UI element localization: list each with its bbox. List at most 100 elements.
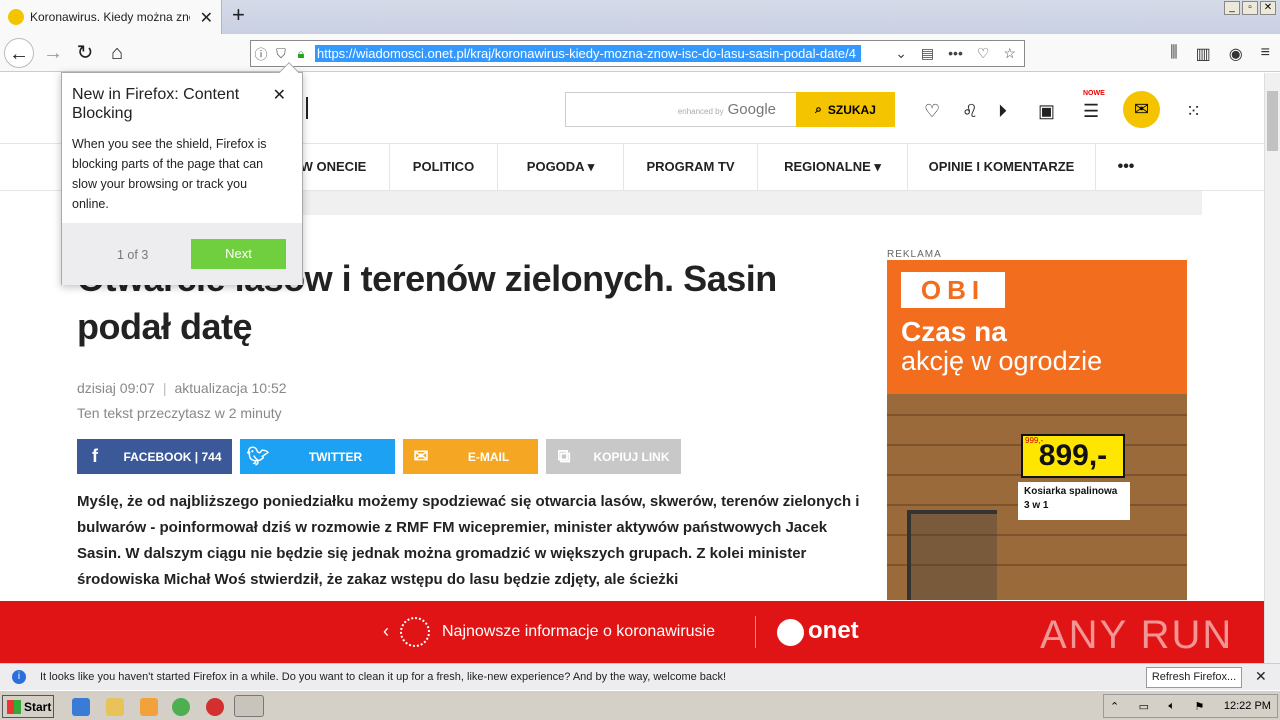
search-input[interactable]: enhanced by Google: [565, 92, 797, 127]
notification-text: It looks like you haven't started Firefo…: [40, 671, 727, 683]
navigation-bar: ← → ↻ ⌂ ⓘ ⛉ 🔒︎ https://wiadomosci.onet.p…: [0, 34, 1280, 72]
shield-icon[interactable]: ⛉: [271, 46, 291, 62]
bookmark-star-icon[interactable]: ☆: [1003, 45, 1016, 62]
clock: 12:22 PM: [1223, 700, 1271, 712]
facebook-share-button[interactable]: f FACEBOOK | 744: [77, 439, 232, 474]
reader-view-icon[interactable]: ▤: [921, 45, 934, 62]
close-notification-icon[interactable]: ✕: [1255, 668, 1267, 685]
new-badge: NOWE: [1083, 90, 1105, 97]
volume-icon[interactable]: 🔈︎: [1169, 700, 1176, 713]
obi-advertisement[interactable]: OBI Czas na akcję w ogrodzie 899,- 999,-…: [887, 260, 1187, 600]
facebook-icon: f: [92, 446, 98, 466]
menu-item-politico[interactable]: POLITICO: [390, 144, 498, 190]
reload-button[interactable]: ↻: [70, 38, 100, 68]
heart-icon[interactable]: ♡: [924, 101, 940, 122]
article-meta: dzisiaj 09:07 | aktualizacja 10:52: [77, 380, 287, 396]
scrollbar-thumb[interactable]: [1267, 91, 1278, 151]
pocket-icon[interactable]: ♡: [977, 45, 990, 62]
notification-bar: i It looks like you haven't started Fire…: [0, 663, 1280, 690]
step-counter: 1 of 3: [117, 248, 149, 262]
restore-button[interactable]: ▫: [1242, 1, 1258, 15]
toolbar-right: ⫼ ▥ ◉ ≡: [1170, 44, 1270, 64]
horoscope-icon[interactable]: ♌︎: [962, 101, 978, 122]
menu-item-pogoda[interactable]: POGODA ▾: [498, 144, 624, 190]
content-blocking-popup: New in Firefox: Content Blocking ✕ When …: [61, 62, 303, 285]
popup-footer: 1 of 3 Next: [62, 223, 302, 285]
updated-time: aktualizacja 10:52: [174, 380, 287, 396]
mail-icon[interactable]: ✉: [1123, 91, 1160, 128]
forward-button[interactable]: →: [38, 38, 68, 68]
onet-logo-dot-icon: [777, 619, 804, 646]
info-icon: i: [12, 670, 26, 684]
home-button[interactable]: ⌂: [102, 38, 132, 68]
article-lead: Myślę, że od najbliższego poniedziałku m…: [77, 493, 860, 588]
ie-icon[interactable]: [72, 698, 90, 716]
minimize-button[interactable]: _: [1224, 1, 1240, 15]
sidebar-icon[interactable]: ▥: [1196, 44, 1211, 64]
obi-logo: OBI: [901, 272, 1005, 308]
menu-item-program-tv[interactable]: PROGRAM TV: [624, 144, 758, 190]
copy-link-button[interactable]: ⧉ KOPIUJ LINK: [546, 439, 681, 474]
url-bar[interactable]: ⓘ ⛉ 🔒︎ https://wiadomosci.onet.pl/kraj/k…: [250, 40, 1025, 67]
info-icon[interactable]: ⓘ: [251, 44, 271, 63]
opera-icon[interactable]: [206, 698, 224, 716]
close-window-button[interactable]: ✕: [1260, 1, 1276, 15]
google-branding: enhanced by Google: [677, 101, 776, 118]
close-tab-icon[interactable]: ✕: [200, 8, 213, 28]
explorer-icon[interactable]: [106, 698, 124, 716]
lawn-mower-image: [907, 510, 997, 600]
id-card-icon[interactable]: ▣: [1038, 101, 1055, 122]
system-tray: ⌃ ▭ 🔈︎ ⚑ 12:22 PM: [1103, 694, 1278, 718]
banner-text[interactable]: Najnowsze informacje o koronawirusie: [442, 623, 715, 641]
logo-divider: [306, 97, 308, 119]
menu-item-opinie[interactable]: OPINIE I KOMENTARZE: [908, 144, 1096, 190]
ad-label: REKLAMA: [887, 249, 942, 260]
chrome-icon[interactable]: [172, 698, 190, 716]
new-tab-button[interactable]: +: [232, 2, 245, 28]
menu-icon[interactable]: ≡: [1261, 44, 1270, 64]
menu-more-button[interactable]: •••: [1096, 144, 1156, 190]
twitter-share-button[interactable]: 🐦︎ TWITTER: [240, 439, 395, 474]
page-scrollbar[interactable]: [1264, 73, 1280, 663]
flag-icon[interactable]: ⚑: [1195, 700, 1205, 713]
back-button[interactable]: ←: [4, 38, 34, 68]
copy-icon: ⧉: [557, 446, 571, 466]
menu-item-regionalne[interactable]: REGIONALNE ▾: [758, 144, 908, 190]
onet-logo: onet: [808, 617, 859, 644]
refresh-firefox-button[interactable]: Refresh Firefox...: [1146, 667, 1242, 688]
account-icon[interactable]: ◉: [1229, 44, 1243, 64]
url-text[interactable]: https://wiadomosci.onet.pl/kraj/koronawi…: [315, 45, 861, 62]
banner-divider: [755, 616, 756, 648]
email-share-button[interactable]: ✉ E-MAIL: [403, 439, 538, 474]
product-name: Kosiarka spalinowa 3 w 1: [1018, 482, 1130, 520]
lock-icon: 🔒︎: [297, 45, 305, 61]
search-button[interactable]: ⌕ SZUKAJ: [796, 92, 895, 127]
published-time: dzisiaj 09:07: [77, 380, 155, 396]
close-popup-icon[interactable]: ✕: [273, 85, 286, 105]
popup-title: New in Firefox: Content Blocking: [72, 86, 240, 122]
ad-subheadline: akcję w ogrodzie: [901, 346, 1103, 376]
library-icon[interactable]: ⫼: [1170, 44, 1177, 64]
news-icon[interactable]: ☰: [1083, 101, 1099, 122]
ad-placeholder-bar: [295, 191, 1202, 215]
search-icon: ⌕: [815, 102, 822, 116]
media-player-icon[interactable]: [140, 698, 158, 716]
title-bar: Koronawirus. Kiedy można znów iść do las…: [0, 0, 1280, 34]
anyrun-watermark: ANY RUN: [1040, 613, 1234, 657]
firefox-taskbar-button[interactable]: [234, 695, 264, 717]
next-button[interactable]: Next: [191, 239, 286, 269]
start-button[interactable]: Start: [2, 695, 54, 718]
apps-grid-icon[interactable]: ⁙: [1186, 101, 1201, 122]
network-icon[interactable]: ▭: [1139, 700, 1149, 713]
tray-expand-icon[interactable]: ⌃: [1110, 700, 1119, 713]
onet-favicon-icon: [8, 9, 24, 25]
envelope-icon: ✉: [413, 446, 429, 466]
browser-tab[interactable]: Koronawirus. Kiedy można znów iść do las…: [0, 0, 222, 34]
page-actions-icon[interactable]: •••: [948, 45, 963, 62]
play-icon[interactable]: ⏵: [998, 101, 1007, 122]
dropdown-chevron-icon[interactable]: ⌄: [895, 45, 907, 62]
twitter-icon: 🐦︎: [246, 446, 270, 466]
coronavirus-banner[interactable]: ‹ Najnowsze informacje o koronawirusie o…: [0, 601, 1264, 663]
chevron-left-icon[interactable]: ‹: [383, 621, 389, 642]
read-time: Ten tekst przeczytasz w 2 minuty: [77, 405, 282, 421]
